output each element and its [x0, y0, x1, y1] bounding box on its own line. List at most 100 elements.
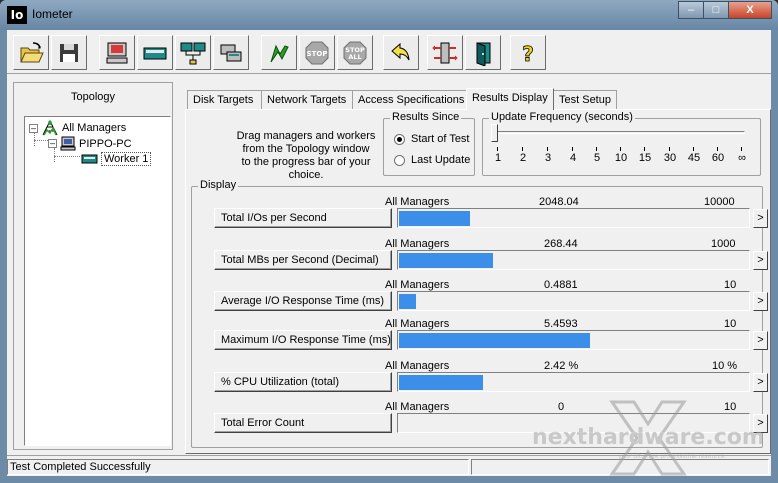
progress-bar[interactable]: [397, 291, 750, 311]
tab-results-display[interactable]: Results Display: [466, 88, 554, 110]
tree-label: All Managers: [62, 122, 127, 134]
tree-item-worker[interactable]: Worker 1: [81, 152, 152, 166]
toolbar: STOP STOP ALL ?: [7, 30, 771, 74]
results-since-title: Results Since: [390, 111, 462, 123]
metric-select-button[interactable]: Total I/Os per Second: [214, 208, 392, 228]
window-controls: – □ X: [678, 1, 772, 19]
progress-bar-fill: [399, 375, 483, 390]
progress-bar[interactable]: [397, 208, 750, 228]
tree-label: Worker 1: [101, 152, 152, 166]
metric-select-button[interactable]: Average I/O Response Time (ms): [214, 291, 392, 311]
stop-button[interactable]: STOP: [299, 35, 335, 70]
drag-hint-text: Drag managers and workers from the Topol…: [236, 130, 376, 181]
row-max-label: 10 %: [712, 360, 738, 372]
topology-tree[interactable]: – All Managers – PIPPO-PC Worker 1: [24, 116, 171, 446]
exit-button[interactable]: [465, 35, 501, 70]
iometer-app-icon[interactable]: Io: [7, 6, 27, 24]
row-scroll-button[interactable]: >: [753, 373, 768, 392]
stop-all-button[interactable]: STOP ALL: [337, 35, 373, 70]
tree-collapse-toggle[interactable]: –: [48, 139, 57, 148]
progress-bar-fill: [399, 333, 590, 348]
tab-test-setup[interactable]: Test Setup: [553, 90, 617, 109]
radio-start-of-test[interactable]: Start of Test: [394, 133, 470, 145]
open-icon: [20, 41, 44, 62]
start-tests-button[interactable]: [261, 35, 297, 70]
update-frequency-slider-thumb[interactable]: [491, 124, 498, 142]
update-frequency-track[interactable]: [493, 131, 745, 134]
start-tests-icon: [270, 44, 289, 62]
row-source-label: All Managers: [385, 279, 450, 291]
tab-access-specifications[interactable]: Access Specifications: [352, 90, 469, 109]
maximize-button[interactable]: □: [703, 1, 729, 19]
iometer-window: Io Iometer – □ X STOP STOP ALL ? Topolog…: [0, 0, 778, 483]
row-max-label: 10: [724, 401, 737, 413]
open-button[interactable]: [13, 35, 49, 70]
close-button[interactable]: X: [728, 1, 772, 19]
window-title: Iometer: [32, 7, 73, 21]
workers-config-button[interactable]: [427, 35, 463, 70]
tab-network-targets[interactable]: Network Targets: [261, 90, 353, 109]
save-icon: [60, 43, 78, 62]
disk-worker-icon: [81, 154, 98, 164]
manager-computer-icon: [60, 136, 76, 151]
row-source-label: All Managers: [385, 318, 450, 330]
row-value-label: 0: [558, 401, 565, 413]
radio-button[interactable]: [394, 154, 405, 166]
workers-config-icon: [432, 42, 458, 63]
update-frequency-group: Update Frequency (seconds) 1 2 3 4 5 10 …: [482, 111, 761, 176]
row-value-label: 2048.04: [539, 196, 579, 208]
new-network-worker-button[interactable]: [175, 35, 211, 70]
progress-bar[interactable]: [397, 413, 750, 433]
about-button[interactable]: ?: [510, 35, 546, 70]
save-button[interactable]: [51, 35, 87, 70]
radio-last-update[interactable]: Last Update: [394, 154, 470, 166]
about-icon: ?: [522, 41, 534, 66]
progress-bar[interactable]: [397, 372, 750, 392]
stop-icon: STOP: [305, 41, 329, 64]
row-value-label: 0.4881: [544, 279, 578, 291]
metric-select-button[interactable]: % CPU Utilization (total): [214, 372, 392, 392]
row-source-label: All Managers: [385, 238, 450, 250]
progress-bar-fill: [399, 294, 416, 309]
row-value-label: 2.42 %: [544, 360, 579, 372]
tree-item-manager[interactable]: – PIPPO-PC: [48, 136, 132, 151]
new-disk-worker-button[interactable]: [137, 35, 173, 70]
progress-bar[interactable]: [397, 250, 750, 270]
metric-select-button[interactable]: Maximum I/O Response Time (ms): [214, 330, 392, 350]
tree-label: PIPPO-PC: [79, 137, 132, 150]
metric-select-button[interactable]: Total MBs per Second (Decimal): [214, 250, 392, 270]
new-manager-button[interactable]: [99, 35, 135, 70]
row-scroll-button[interactable]: >: [753, 414, 768, 433]
svg-text:STOP: STOP: [307, 50, 328, 58]
title-bar[interactable]: Io Iometer – □ X: [0, 0, 778, 30]
row-scroll-button[interactable]: >: [753, 331, 768, 350]
reset-workers-button[interactable]: [383, 35, 419, 70]
update-frequency-title: Update Frequency (seconds): [489, 111, 635, 123]
tab-disk-targets[interactable]: Disk Targets: [187, 90, 262, 109]
row-scroll-button[interactable]: >: [753, 292, 768, 311]
stop-all-icon: STOP ALL: [343, 41, 367, 64]
display-title: Display: [198, 179, 239, 191]
progress-bar[interactable]: [397, 330, 750, 350]
row-value-label: 268.44: [544, 238, 578, 250]
row-max-label: 10000: [704, 196, 735, 208]
row-scroll-button[interactable]: >: [753, 209, 768, 228]
row-source-label: All Managers: [385, 196, 450, 208]
metric-select-button[interactable]: Total Error Count: [214, 413, 392, 433]
row-scroll-button[interactable]: >: [753, 251, 768, 270]
results-since-group: Results Since Start of Test Last Update: [383, 111, 475, 176]
tree-collapse-toggle[interactable]: –: [29, 123, 38, 133]
exit-icon: [476, 41, 491, 66]
tree-item-all-managers[interactable]: – All Managers: [29, 120, 126, 136]
duplicate-worker-button[interactable]: [213, 35, 249, 70]
row-max-label: 10: [724, 279, 737, 291]
row-max-label: 1000: [711, 238, 736, 250]
row-source-label: All Managers: [385, 401, 450, 413]
svg-text:ALL: ALL: [348, 53, 361, 61]
minimize-button[interactable]: –: [678, 1, 704, 19]
progress-bar-fill: [399, 253, 493, 268]
reset-workers-icon: [391, 42, 410, 60]
svg-text:?: ?: [522, 42, 534, 66]
new-manager-icon: [106, 42, 128, 63]
radio-button-selected[interactable]: [394, 133, 405, 145]
